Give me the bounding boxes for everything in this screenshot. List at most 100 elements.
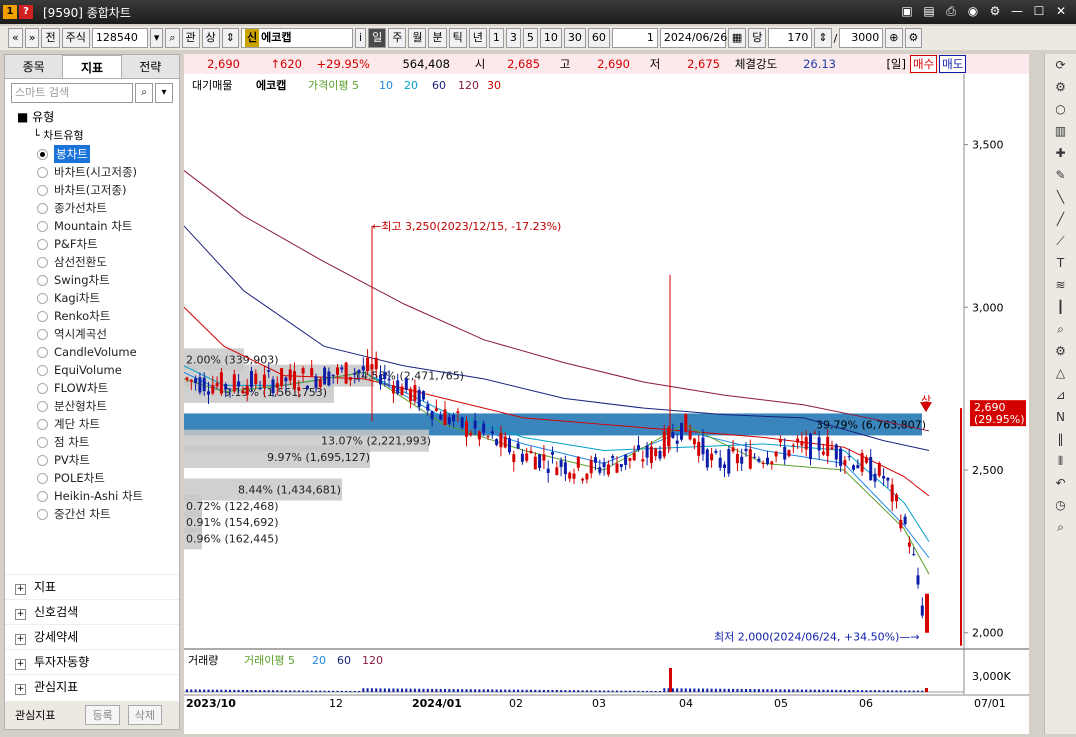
tree-favorite-indicator[interactable]: + 관심지표 bbox=[5, 674, 179, 699]
trend-line-icon[interactable]: ╱ bbox=[1045, 208, 1076, 230]
chart-type-item[interactable]: 계단 차트 bbox=[13, 415, 179, 433]
settings-tool-icon[interactable]: ⚙ bbox=[1045, 340, 1076, 362]
fib-tool-icon[interactable]: ≋ bbox=[1045, 274, 1076, 296]
chart-type-item[interactable]: 바차트(고저종) bbox=[13, 181, 179, 199]
radio-icon[interactable] bbox=[37, 508, 48, 520]
save-icon[interactable]: ▤ bbox=[920, 3, 938, 19]
radio-icon[interactable] bbox=[37, 274, 48, 286]
radio-icon[interactable] bbox=[37, 418, 48, 430]
tab-indicator[interactable]: 지표 bbox=[62, 55, 122, 78]
code-dropdown-icon[interactable]: ▾ bbox=[149, 28, 164, 48]
search-icon[interactable]: ⌕ bbox=[135, 83, 153, 103]
radio-icon[interactable] bbox=[37, 184, 48, 196]
radio-icon[interactable] bbox=[37, 436, 48, 448]
tree-sub[interactable]: └ 차트유형 bbox=[13, 127, 179, 145]
chart-type-item[interactable]: POLE차트 bbox=[13, 469, 179, 487]
chart-svg[interactable]: 2.00% (339,903)14.55% (2,471,765)9.19% (… bbox=[183, 74, 1029, 734]
stock-code-input[interactable]: 128540 bbox=[91, 28, 148, 48]
radio-icon[interactable] bbox=[37, 166, 48, 178]
delete-button[interactable]: 삭제 bbox=[127, 705, 162, 725]
interval-10[interactable]: 10 bbox=[539, 28, 562, 48]
bars2-tool-icon[interactable]: ⦀ bbox=[1045, 450, 1076, 472]
cross-tool-icon[interactable]: ✚ bbox=[1045, 142, 1076, 164]
info-button[interactable]: i bbox=[355, 28, 367, 48]
chart-type-item[interactable]: Renko차트 bbox=[13, 307, 179, 325]
radio-icon[interactable] bbox=[37, 220, 48, 232]
radio-icon[interactable] bbox=[37, 490, 48, 502]
chart-type-item[interactable]: 삼선전환도 bbox=[13, 253, 179, 271]
refresh-icon[interactable]: ⟳ bbox=[1045, 54, 1076, 76]
tree-indicator[interactable]: + 지표 bbox=[5, 574, 179, 599]
chart-type-item[interactable]: EquiVolume bbox=[13, 361, 179, 379]
camera-icon[interactable]: ◉ bbox=[964, 3, 982, 19]
bars-tool-icon[interactable]: ‖ bbox=[1045, 428, 1076, 450]
radio-icon[interactable] bbox=[37, 256, 48, 268]
radio-icon[interactable] bbox=[37, 364, 48, 376]
chart-type-item[interactable]: 종가선차트 bbox=[13, 199, 179, 217]
minimize-icon[interactable]: — bbox=[1008, 3, 1026, 19]
period-tick[interactable]: 틱 bbox=[448, 28, 467, 48]
chart-area[interactable]: 2.00% (339,903) 14.55% (2,471,765) 9.19% (… bbox=[183, 74, 1029, 734]
circle-tool-icon[interactable]: ○ bbox=[1045, 98, 1076, 120]
chart-type-item[interactable]: 점 차트 bbox=[13, 433, 179, 451]
zoom-icon[interactable]: ⊕ bbox=[885, 28, 903, 48]
chart-tool-icon[interactable]: ▥ bbox=[1045, 120, 1076, 142]
period-month[interactable]: 월 bbox=[408, 28, 427, 48]
zoom-tool-icon[interactable]: ⌕ bbox=[1045, 318, 1076, 340]
tree-signal-search[interactable]: + 신호검색 bbox=[5, 599, 179, 624]
help-icon[interactable]: ? bbox=[19, 5, 33, 19]
calendar-icon[interactable]: ▦ bbox=[727, 28, 747, 48]
pen-tool-icon[interactable]: ✎ bbox=[1045, 164, 1076, 186]
interval-1[interactable]: 1 bbox=[488, 28, 504, 48]
line-tool-icon[interactable]: ╲ bbox=[1045, 186, 1076, 208]
chart-type-item[interactable]: P&F차트 bbox=[13, 235, 179, 253]
chart-type-item[interactable]: 봉차트 bbox=[13, 145, 179, 163]
chart-type-item[interactable]: 역시계곡선 bbox=[13, 325, 179, 343]
interval-count-input[interactable]: 1 bbox=[611, 28, 658, 48]
radio-icon[interactable] bbox=[37, 328, 48, 340]
maximize-icon[interactable]: ☐ bbox=[1030, 3, 1048, 19]
undo-icon[interactable]: ↶ bbox=[1045, 472, 1076, 494]
text-tool-icon[interactable]: T bbox=[1045, 252, 1076, 274]
interval-30[interactable]: 30 bbox=[563, 28, 586, 48]
radio-icon[interactable] bbox=[37, 454, 48, 466]
radio-icon[interactable] bbox=[37, 382, 48, 394]
gwan-button[interactable]: 관 bbox=[181, 28, 200, 48]
chart-type-item[interactable]: FLOW차트 bbox=[13, 379, 179, 397]
stock-name-field[interactable]: 신 에코캡 bbox=[241, 28, 354, 48]
radio-icon[interactable] bbox=[37, 310, 48, 322]
next-stock-button[interactable]: » bbox=[24, 28, 40, 48]
search-icon[interactable]: ⌕ bbox=[1045, 516, 1076, 538]
gear-icon[interactable]: ⚙ bbox=[1045, 76, 1076, 98]
sell-button[interactable]: 매도 bbox=[939, 55, 967, 73]
chart-type-item[interactable]: PV차트 bbox=[13, 451, 179, 469]
interval-5[interactable]: 5 bbox=[522, 28, 538, 48]
n-tool-icon[interactable]: N bbox=[1045, 406, 1076, 428]
radio-icon[interactable] bbox=[37, 148, 48, 160]
close-icon[interactable]: ✕ bbox=[1052, 3, 1070, 19]
radio-icon[interactable] bbox=[37, 472, 48, 484]
settings-icon[interactable]: ⚙ bbox=[904, 28, 923, 48]
radio-icon[interactable] bbox=[37, 238, 48, 250]
tree-investor[interactable]: + 투자자동향 bbox=[5, 649, 179, 674]
chart-type-item[interactable]: 바차트(시고저종) bbox=[13, 163, 179, 181]
measure-tool-icon[interactable]: ⊿ bbox=[1045, 384, 1076, 406]
chart-type-item[interactable]: Kagi차트 bbox=[13, 289, 179, 307]
chart-type-item[interactable]: Swing차트 bbox=[13, 271, 179, 289]
jeon-button[interactable]: 전 bbox=[41, 28, 60, 48]
chart-type-item[interactable]: Heikin-Ashi 차트 bbox=[13, 487, 179, 505]
buy-button[interactable]: 매수 bbox=[910, 55, 938, 73]
period-week[interactable]: 주 bbox=[388, 28, 407, 48]
market-select[interactable]: 주식 bbox=[61, 28, 90, 48]
dang-button[interactable]: 당 bbox=[748, 28, 767, 48]
date-input[interactable]: 2024/06/26 bbox=[659, 28, 727, 48]
period-minute[interactable]: 분 bbox=[428, 28, 447, 48]
spin-icon[interactable]: ⇕ bbox=[221, 28, 240, 48]
search-icon[interactable]: ⌕ bbox=[165, 28, 180, 48]
interval-3[interactable]: 3 bbox=[505, 28, 521, 48]
prev-stock-button[interactable]: « bbox=[8, 28, 23, 48]
chart-type-item[interactable]: Mountain 차트 bbox=[13, 217, 179, 235]
interval-60[interactable]: 60 bbox=[587, 28, 610, 48]
gear-icon[interactable]: ⚙ bbox=[986, 3, 1004, 19]
tree-strength[interactable]: + 강세약세 bbox=[5, 624, 179, 649]
